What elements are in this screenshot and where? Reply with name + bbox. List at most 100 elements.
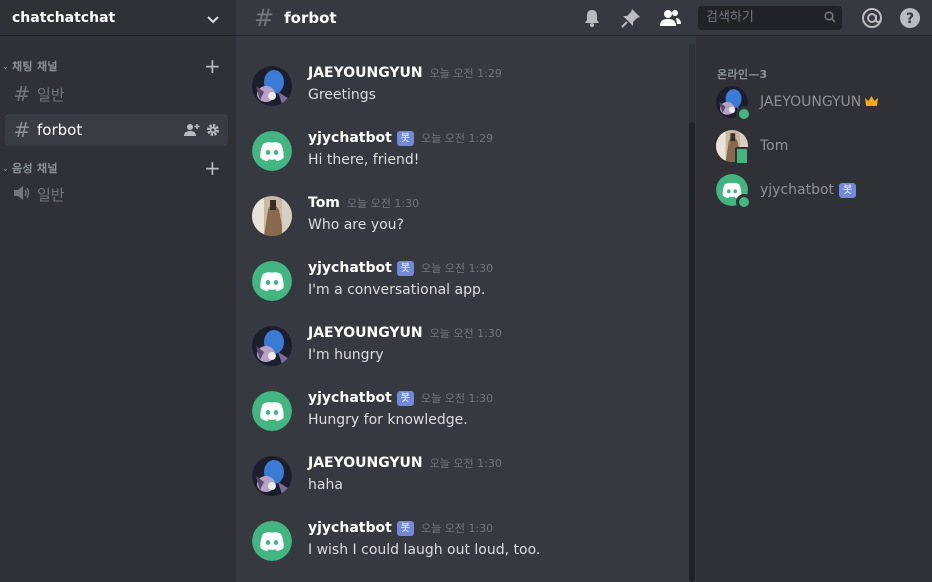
member-list: 온라인—3 JAEYOUNGYUN Tom yjychatbot 봇: [696, 36, 932, 582]
message-timestamp: 오늘 오전 1:30: [429, 457, 502, 470]
member-item[interactable]: JAEYOUNGYUN: [716, 86, 926, 122]
add-channel-plus-icon[interactable]: +: [204, 56, 221, 76]
search-field[interactable]: [698, 5, 842, 30]
members-icon[interactable]: [658, 6, 682, 30]
message-author[interactable]: yjychatbot: [308, 520, 392, 536]
avatar[interactable]: [252, 196, 292, 236]
search-input[interactable]: [704, 9, 824, 26]
message-timestamp: 오늘 오전 1:30: [421, 262, 494, 275]
category-text-channels[interactable]: ⌄ 채팅 채널 +: [0, 56, 236, 76]
bot-tag: 봇: [396, 260, 414, 276]
hash-icon: #: [13, 118, 31, 142]
member-item[interactable]: yjychatbot 봇: [716, 174, 926, 210]
hash-icon: #: [254, 3, 275, 32]
message-item: JAEYOUNGYUN 오늘 오전 1:30 haha: [252, 455, 692, 500]
server-header[interactable]: chatchatchat: [0, 0, 236, 36]
chevron-down-icon[interactable]: [206, 11, 220, 25]
message-author[interactable]: yjychatbot: [308, 390, 392, 406]
online-status-icon: [736, 194, 752, 210]
discord-logo-icon: [252, 261, 292, 301]
message-list: JAEYOUNGYUN 오늘 오전 1:29 Greetings yjychatbot…: [236, 36, 694, 582]
avatar[interactable]: [252, 391, 292, 431]
online-status-icon: [736, 106, 752, 122]
channel-item-forbot[interactable]: # forbot: [5, 114, 228, 146]
bot-tag: 봇: [396, 130, 414, 146]
message-author[interactable]: Tom: [308, 195, 340, 211]
add-channel-plus-icon[interactable]: +: [204, 158, 221, 178]
bot-tag: 봇: [396, 390, 414, 406]
message-timestamp: 오늘 오전 1:30: [421, 522, 494, 535]
avatar[interactable]: [252, 521, 292, 561]
message-author[interactable]: yjychatbot: [308, 260, 392, 276]
channel-name: forbot: [37, 121, 83, 139]
bot-tag: 봇: [839, 182, 857, 198]
avatar[interactable]: [252, 66, 292, 106]
svg-text:?: ?: [906, 11, 914, 27]
member-name: Tom: [760, 138, 789, 154]
crown-icon: [865, 95, 879, 109]
avatar[interactable]: [252, 131, 292, 171]
user-avatar-image: [252, 326, 292, 366]
message-author[interactable]: JAEYOUNGYUN: [308, 325, 423, 341]
app-window: chatchatchat ⌄ 채팅 채널 + # 일반 # forbot ⌄ 음…: [0, 0, 932, 582]
search-icon: [824, 8, 836, 27]
hash-icon: #: [13, 82, 31, 106]
scrollbar-thumb[interactable]: [689, 122, 695, 582]
gear-icon[interactable]: [206, 123, 220, 137]
message-text: Greetings: [308, 87, 376, 103]
member-name: yjychatbot: [760, 182, 835, 198]
discord-logo-icon: [252, 391, 292, 431]
message-item: JAEYOUNGYUN 오늘 오전 1:29 Greetings: [252, 65, 692, 110]
mention-icon[interactable]: [860, 6, 884, 30]
pin-icon[interactable]: [619, 6, 643, 30]
category-label: 음성 채널: [12, 162, 58, 175]
channel-title: forbot: [284, 8, 337, 27]
bot-tag: 봇: [396, 520, 414, 536]
message-author[interactable]: JAEYOUNGYUN: [308, 65, 423, 81]
chevron-down-icon: ⌄: [2, 61, 10, 71]
message-item: JAEYOUNGYUN 오늘 오전 1:30 I'm hungry: [252, 325, 692, 370]
user-avatar-image: [252, 196, 292, 236]
user-avatar-image: [252, 456, 292, 496]
message-timestamp: 오늘 오전 1:30: [421, 392, 494, 405]
channel-item-general-voice[interactable]: 일반: [5, 178, 228, 210]
avatar[interactable]: [252, 261, 292, 301]
category-voice-channels[interactable]: ⌄ 음성 채널 +: [0, 158, 236, 178]
message-timestamp: 오늘 오전 1:30: [346, 197, 420, 210]
message-text: haha: [308, 477, 343, 493]
message-text: I'm hungry: [308, 347, 384, 363]
add-member-icon[interactable]: [184, 123, 200, 137]
members-heading: 온라인—3: [717, 68, 768, 81]
message-text: I wish I could laugh out loud, too.: [308, 542, 541, 558]
user-avatar-image: [252, 66, 292, 106]
message-timestamp: 오늘 오전 1:29: [421, 132, 494, 145]
message-author[interactable]: yjychatbot: [308, 130, 392, 146]
message-item: yjychatbot 봇 오늘 오전 1:30 Hungry for knowledg…: [252, 390, 692, 435]
channel-name: 일반: [37, 85, 65, 104]
chevron-down-icon: ⌄: [2, 163, 10, 173]
chat-header: # forbot ?: [236, 0, 932, 36]
server-name: chatchatchat: [12, 9, 116, 26]
help-icon[interactable]: ?: [898, 6, 922, 30]
message-item: yjychatbot 봇 오늘 오전 1:29 Hi there, friend!: [252, 130, 692, 175]
message-author[interactable]: JAEYOUNGYUN: [308, 455, 423, 471]
message-text: Who are you?: [308, 217, 404, 233]
channel-sidebar: chatchatchat ⌄ 채팅 채널 + # 일반 # forbot ⌄ 음…: [0, 0, 236, 582]
message-item: Tom 오늘 오전 1:30 Who are you?: [252, 195, 692, 240]
channel-name: 일반: [37, 185, 65, 204]
avatar[interactable]: [252, 456, 292, 496]
message-timestamp: 오늘 오전 1:30: [429, 327, 502, 340]
mobile-status-icon: [735, 147, 749, 165]
channel-item-general-text[interactable]: # 일반: [5, 78, 228, 110]
member-name: JAEYOUNGYUN: [760, 94, 862, 110]
avatar[interactable]: [252, 326, 292, 366]
message-text: I'm a conversational app.: [308, 282, 486, 298]
message-text: Hungry for knowledge.: [308, 412, 468, 428]
message-item: yjychatbot 봇 오늘 오전 1:30 I'm a conversationa…: [252, 260, 692, 305]
discord-logo-icon: [252, 521, 292, 561]
category-label: 채팅 채널: [12, 60, 58, 73]
message-timestamp: 오늘 오전 1:29: [429, 67, 502, 80]
message-text: Hi there, friend!: [308, 152, 420, 168]
member-item[interactable]: Tom: [716, 130, 926, 165]
bell-icon[interactable]: [580, 6, 604, 30]
